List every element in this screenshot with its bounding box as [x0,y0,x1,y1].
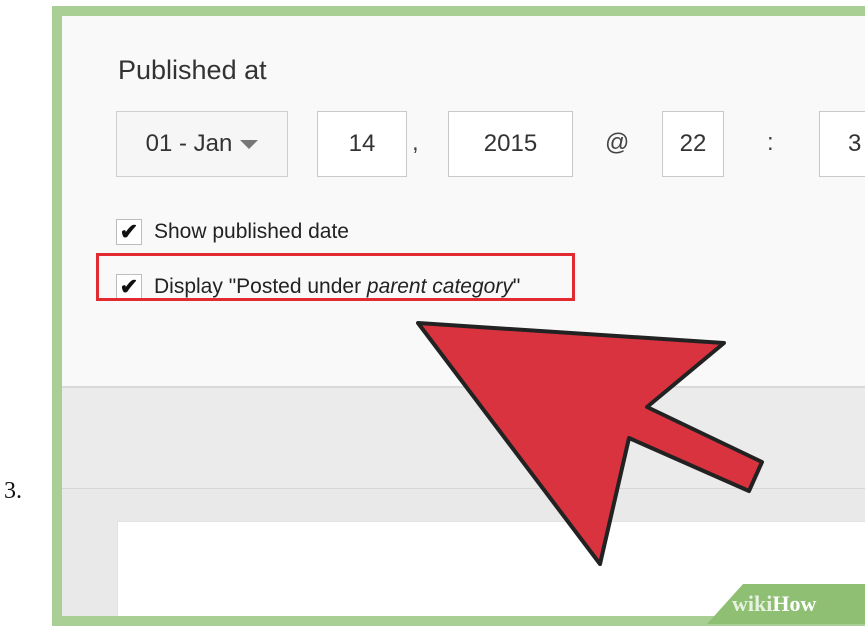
screenshot-frame: Published at 01 - Jan 14 , 2015 @ 22 : 3… [52,6,865,626]
step-number: 3. [4,478,22,504]
pointer-arrow [416,321,764,566]
arrow-shape [416,321,764,566]
wikihow-logo: wikiHow [732,591,817,616]
